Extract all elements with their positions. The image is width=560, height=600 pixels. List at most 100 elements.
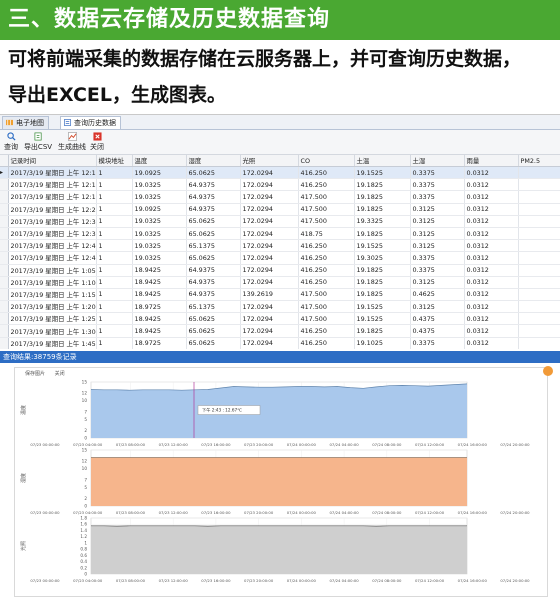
table-cell: 1 (96, 166, 133, 180)
save-image-button[interactable]: 保存图片 (25, 371, 45, 377)
toolbar: 查询 导出CSV 生成曲线 关闭 (0, 130, 560, 155)
x-tick-label: 07/23 08:00:00 (116, 510, 146, 515)
y-tick-label: 7 (84, 477, 87, 482)
table-cell: 64.9375 (186, 288, 241, 302)
row-header[interactable] (0, 300, 9, 314)
table-cell (518, 190, 560, 204)
table-row[interactable]: 2017/3/19 星期日 上午 12:1... 1 19.0325 64.9375 1… (0, 178, 560, 192)
table-cell: 172.0294 (240, 203, 299, 216)
column-header[interactable]: CO (298, 155, 355, 167)
table-cell: 19.0325 (132, 239, 187, 253)
y-tick-label: 1.2 (80, 534, 87, 539)
table-cell: 416.250 (298, 251, 355, 265)
x-tick-label: 07/23 16:00:00 (201, 578, 231, 583)
table-cell: 2017/3/19 星期日 上午 12:1... (8, 166, 97, 180)
table-row[interactable]: 2017/3/19 星期日 上午 12:1... 1 19.0325 64.9375 1… (0, 190, 560, 204)
table-cell: 172.0294 (240, 276, 299, 289)
table-cell: 0.3125 (410, 227, 465, 241)
table-cell: 417.500 (298, 203, 355, 216)
table-cell (518, 251, 560, 265)
table-row[interactable]: 2017/3/19 星期日 上午 12:3... 1 19.0325 65.0625 1… (0, 215, 560, 228)
table-cell: 19.0325 (132, 227, 187, 241)
tooltip-text: 下午 2:43 : 12.67℃ (202, 407, 242, 414)
panel-indicator-icon (543, 366, 553, 376)
chart-icon (67, 132, 77, 141)
query-label: 查询 (4, 143, 18, 151)
table-cell: 2017/3/19 星期日 上午 12:4... (8, 251, 97, 265)
table-cell: 416.250 (298, 264, 355, 277)
row-header[interactable] (0, 264, 9, 277)
x-tick-label: 07/24 20:00:00 (500, 578, 530, 583)
row-header[interactable]: ▸ (0, 166, 9, 180)
export-csv-label: 导出CSV (23, 143, 53, 151)
table-cell: 19.1825 (354, 276, 411, 289)
table-cell: 0.3375 (410, 337, 465, 349)
table-row[interactable]: 2017/3/19 星期日 上午 1:25:... 1 18.9425 65.0625… (0, 312, 560, 326)
table-cell: 19.3325 (354, 215, 411, 228)
x-tick-label: 07/24 08:00:00 (372, 578, 402, 583)
y-tick-label: 2 (84, 428, 87, 433)
row-header[interactable] (0, 239, 9, 253)
table-cell: 416.250 (298, 166, 355, 180)
table-cell: 416.250 (298, 239, 355, 253)
chart-close-button[interactable]: 关闭 (55, 371, 65, 377)
table-cell: 417.500 (298, 215, 355, 228)
tab-history-query[interactable]: 查询历史数据 (60, 116, 121, 129)
query-button[interactable]: 查询 (4, 131, 18, 153)
row-header[interactable] (0, 178, 9, 192)
column-header[interactable]: PM2.5 (518, 155, 560, 167)
row-header[interactable] (0, 227, 9, 241)
tab-electronic-map[interactable]: 电子地图 (2, 116, 49, 129)
column-header[interactable]: 湿度 (186, 155, 241, 167)
table-row[interactable]: 2017/3/19 星期日 上午 1:05:... 1 18.9425 64.9375… (0, 264, 560, 277)
table-row[interactable]: 2017/3/19 星期日 上午 1:10:... 1 18.9425 64.9375… (0, 276, 560, 289)
table-cell: 0.0312 (464, 178, 519, 192)
table-cell: 65.1375 (186, 300, 241, 314)
table-cell (518, 300, 560, 314)
column-header[interactable]: 模块地址 (96, 155, 133, 167)
table-cell: 172.0294 (240, 190, 299, 204)
close-button[interactable]: 关闭 (90, 131, 104, 153)
column-header[interactable]: 土湿 (410, 155, 465, 167)
y-tick-label: 0 (84, 504, 87, 509)
column-header[interactable]: 光照 (240, 155, 299, 167)
column-header[interactable]: 土温 (354, 155, 411, 167)
generate-curve-label: 生成曲线 (58, 143, 86, 151)
row-header[interactable] (0, 276, 9, 289)
row-header[interactable] (0, 251, 9, 265)
table-cell: 64.9375 (186, 264, 241, 277)
table-row[interactable]: ▸ 2017/3/19 星期日 上午 12:1... 1 19.0925 65.0625… (0, 166, 560, 180)
row-header[interactable] (0, 203, 9, 216)
table-row[interactable]: 2017/3/19 星期日 上午 1:30:... 1 18.9425 65.0625… (0, 324, 560, 338)
column-header[interactable]: 记录时间 (8, 155, 97, 167)
column-header[interactable]: 雨量 (464, 155, 519, 167)
table-cell: 172.0294 (240, 264, 299, 277)
row-header[interactable] (0, 312, 9, 326)
export-csv-button[interactable]: 导出CSV (22, 131, 54, 153)
table-cell: 417.500 (298, 288, 355, 302)
x-tick-label: 07/23 12:00:00 (159, 510, 189, 515)
table-cell: 172.0294 (240, 178, 299, 192)
row-header[interactable] (0, 324, 9, 338)
table-cell (518, 166, 560, 180)
table-row[interactable]: 2017/3/19 星期日 上午 1:45:... 1 18.9725 65.0625… (0, 337, 560, 349)
row-header[interactable] (0, 215, 9, 228)
column-header[interactable]: 温度 (132, 155, 187, 167)
table-row[interactable]: 2017/3/19 星期日 上午 1:15:... 1 18.9425 64.9375… (0, 288, 560, 302)
table-row[interactable]: 2017/3/19 星期日 上午 12:2... 1 19.0925 64.9375 1… (0, 203, 560, 216)
row-header[interactable] (0, 288, 9, 302)
row-header[interactable] (0, 190, 9, 204)
table-row[interactable]: 2017/3/19 星期日 上午 1:20:... 1 18.9725 65.1375… (0, 300, 560, 314)
x-tick-label: 07/24 04:00:00 (329, 510, 359, 515)
x-tick-label: 07/24 08:00:00 (372, 442, 402, 447)
table-row[interactable]: 2017/3/19 星期日 上午 12:4... 1 19.0325 65.1375 1… (0, 239, 560, 253)
table-cell: 65.1375 (186, 239, 241, 253)
table-cell: 0.3125 (410, 203, 465, 216)
row-header[interactable] (0, 337, 9, 349)
x-tick-label: 07/23 00:00:00 (30, 578, 60, 583)
generate-curve-button[interactable]: 生成曲线 (58, 131, 86, 153)
x-tick-label: 07/24 04:00:00 (329, 578, 359, 583)
table-row[interactable]: 2017/3/19 星期日 上午 12:3... 1 19.0325 65.0625 1… (0, 227, 560, 241)
table-row[interactable]: 2017/3/19 星期日 上午 12:4... 1 19.0325 65.0625 1… (0, 251, 560, 265)
x-tick-label: 07/24 12:00:00 (415, 510, 445, 515)
